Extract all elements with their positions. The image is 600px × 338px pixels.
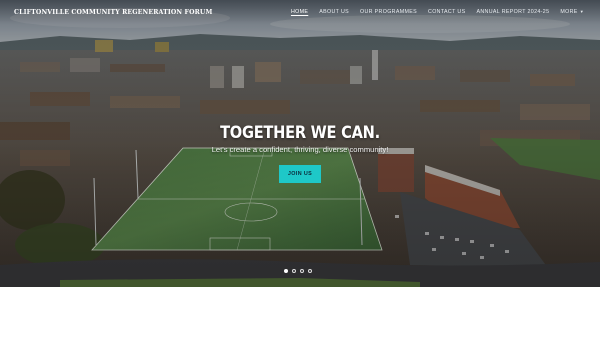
join-us-button[interactable]: JOIN US — [279, 165, 321, 183]
nav-item-annual-report[interactable]: ANNUAL REPORT 2024-25 — [476, 9, 549, 15]
top-navigation-bar: CLIFTONVILLE COMMUNITY REGENERATION FORU… — [0, 0, 600, 24]
nav-more-label: MORE — [560, 9, 578, 15]
nav-item-contact-us[interactable]: CONTACT US — [428, 9, 465, 15]
hero-subline: Let's create a confident, thriving, dive… — [211, 145, 389, 154]
site-title[interactable]: CLIFTONVILLE COMMUNITY REGENERATION FORU… — [14, 9, 212, 16]
nav-item-our-programmes[interactable]: OUR PROGRAMMES — [360, 9, 417, 15]
carousel-dot-1[interactable] — [284, 269, 288, 273]
carousel-dot-4[interactable] — [308, 269, 312, 273]
nav-item-about-us[interactable]: ABOUT US — [319, 9, 349, 15]
hero-section: CLIFTONVILLE COMMUNITY REGENERATION FORU… — [0, 0, 600, 287]
nav-item-home[interactable]: HOME — [291, 9, 308, 15]
carousel-dots — [284, 269, 316, 273]
hero-headline: TOGETHER WE CAN. — [220, 123, 380, 143]
hero-content: TOGETHER WE CAN. Let's create a confiden… — [0, 122, 600, 183]
caret-down-icon: ▼ — [579, 9, 584, 14]
carousel-dot-2[interactable] — [292, 269, 296, 273]
carousel-dot-3[interactable] — [300, 269, 304, 273]
nav-item-more[interactable]: MORE ▼ — [560, 9, 584, 15]
nav-menu: HOME ABOUT US OUR PROGRAMMES CONTACT US … — [280, 9, 584, 15]
